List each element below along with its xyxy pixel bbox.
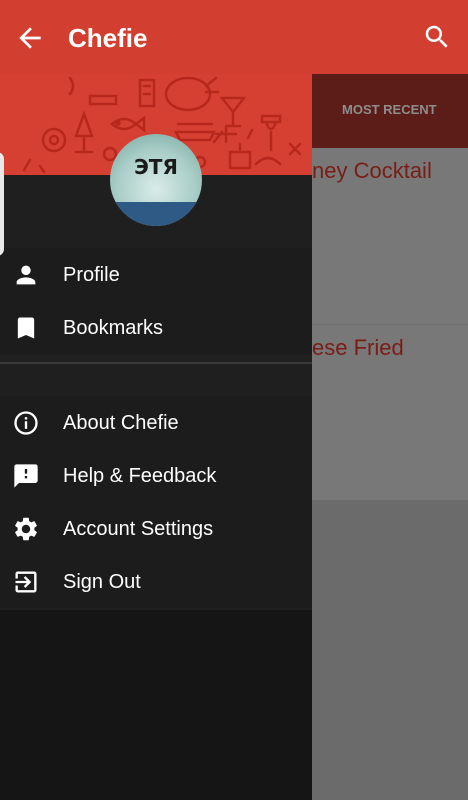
app-title: Chefie (68, 23, 148, 53)
recipe-title: ese Fried (312, 335, 404, 360)
sign-out-icon (15, 571, 37, 593)
drawer-item-label: Help & Feedback (63, 465, 217, 487)
drawer-secondary-menu: About Chefie Help & Feedback Account Set… (0, 396, 312, 608)
drawer-item-bookmarks[interactable]: Bookmarks (0, 301, 312, 354)
drawer-item-account-settings[interactable]: Account Settings (0, 502, 312, 555)
drawer-item-sign-out[interactable]: Sign Out (0, 555, 312, 608)
person-icon (16, 265, 36, 285)
tab-most-recent: MOST RECENT (342, 102, 437, 117)
arrow-back-icon[interactable] (14, 22, 46, 54)
background-recipe-card: ney Cocktail (312, 148, 468, 324)
drawer-item-label: Account Settings (63, 518, 214, 540)
band-logo: ЭТЯ (134, 155, 178, 179)
bookmark-icon (17, 317, 35, 339)
drawer-item-label: Profile (63, 264, 120, 286)
background-tab-bar: MOST RECENT (312, 74, 468, 148)
drawer-edge-handle[interactable] (0, 152, 4, 256)
app-bar: Chefie (0, 0, 468, 74)
avatar-logo-text: ЭТЯ (134, 155, 178, 179)
search-icon[interactable] (422, 22, 452, 52)
drawer-item-label: Sign Out (63, 571, 141, 593)
drawer-primary-menu: Profile Bookmarks (0, 248, 312, 354)
background-recipe-card: ese Fried (312, 325, 468, 500)
settings-gear-icon (15, 517, 37, 541)
profile-avatar[interactable]: ЭТЯ (110, 134, 202, 226)
info-icon (14, 411, 38, 435)
drawer-item-label: Bookmarks (63, 317, 164, 339)
drawer-empty-area (0, 610, 312, 800)
feedback-icon (14, 464, 38, 488)
drawer-divider (0, 362, 312, 364)
drawer-item-label: About Chefie (63, 412, 179, 434)
recipe-title: ney Cocktail (312, 158, 432, 183)
drawer-item-about[interactable]: About Chefie (0, 396, 312, 449)
avatar-image-band (110, 202, 202, 226)
drawer-item-help-feedback[interactable]: Help & Feedback (0, 449, 312, 502)
scrim[interactable] (312, 500, 468, 800)
drawer-item-profile[interactable]: Profile (0, 248, 312, 301)
